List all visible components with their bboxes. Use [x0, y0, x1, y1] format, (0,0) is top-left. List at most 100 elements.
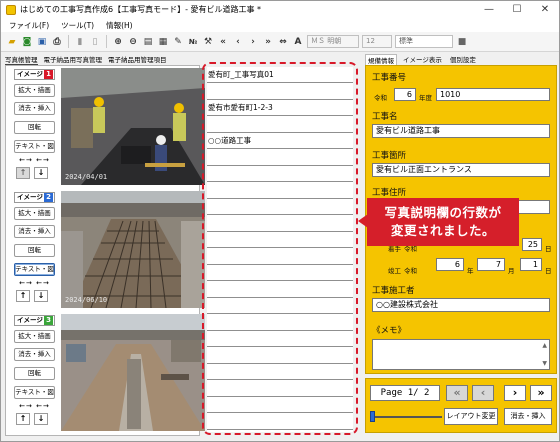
move-down-button[interactable]: ↓ — [34, 413, 48, 425]
zoom-draw-button[interactable]: 拡大・描画 — [14, 330, 55, 343]
new-icon[interactable]: ◙ — [21, 36, 33, 48]
font-name-select[interactable]: ＭＳ 明朝 — [307, 35, 359, 48]
photo-description-column[interactable]: 愛有町_工事写真01 愛有市愛有町1-2-3 ○○道路工事 — [207, 67, 353, 432]
minimize-button[interactable]: — — [475, 1, 503, 18]
print-icon[interactable]: ⎙ — [51, 36, 63, 48]
scroll-down-icon[interactable]: ▼ — [542, 360, 547, 367]
style-select[interactable]: 標準 — [395, 35, 453, 48]
preview-icon[interactable]: ▤ — [142, 36, 154, 48]
move-up-button[interactable]: ↑ — [16, 167, 30, 179]
open-folder-icon[interactable]: ▰ — [6, 36, 18, 48]
description-line[interactable] — [207, 397, 353, 413]
move-up-button[interactable]: ↑ — [16, 290, 30, 302]
photo-3[interactable] — [61, 314, 205, 431]
start-day-field[interactable]: 25 — [522, 238, 542, 251]
close-button[interactable]: ✕ — [531, 1, 559, 18]
zoom-slider-thumb[interactable] — [370, 411, 375, 422]
move-down-button[interactable]: ↓ — [34, 290, 48, 302]
erase-insert-page-button[interactable]: 消去・挿入 — [504, 408, 552, 425]
description-line[interactable] — [207, 249, 353, 265]
tab-project-info[interactable]: 規備情報 — [365, 54, 397, 65]
page-icon[interactable]: ▦ — [157, 36, 169, 48]
layout-change-button[interactable]: レイアウト変更 — [444, 408, 498, 425]
move-arrows[interactable]: ←→ ←→ — [14, 156, 55, 165]
fiscal-year-field[interactable]: 6 — [394, 88, 416, 101]
next-page-button[interactable]: › — [504, 385, 526, 401]
move-arrows[interactable]: ←→ ←→ — [14, 402, 55, 411]
end-month-field[interactable]: 7 — [477, 258, 505, 271]
end-day-field[interactable]: 1 — [520, 258, 542, 271]
contractor-field[interactable]: ○○建設株式会社 — [372, 298, 550, 312]
zoom-out-icon[interactable]: ⊖ — [127, 36, 139, 48]
tools-icon[interactable]: ⚒ — [202, 36, 214, 48]
menu-file[interactable]: ファイル(F) — [9, 20, 49, 31]
scroll-up-icon[interactable]: ▲ — [542, 342, 547, 349]
last-page-icon[interactable]: » — [262, 36, 274, 48]
description-line[interactable] — [207, 84, 353, 100]
menu-tools[interactable]: ツール(T) — [61, 20, 94, 31]
description-line[interactable] — [207, 381, 353, 397]
erase-insert-button[interactable]: 消去・挿入 — [14, 348, 55, 361]
erase-insert-button[interactable]: 消去・挿入 — [14, 225, 55, 238]
tab-management-items[interactable]: 電子納品用管理項目 — [108, 54, 167, 65]
tab-image-display[interactable]: イメージ表示 — [401, 54, 444, 65]
swap-icon[interactable]: ⇔ — [277, 36, 289, 48]
color-icon[interactable]: ■ — [456, 36, 468, 48]
next-page-icon[interactable]: › — [247, 36, 259, 48]
rotate-button[interactable]: 回転 — [14, 367, 55, 380]
description-line[interactable]: ○○道路工事 — [207, 133, 353, 149]
description-line[interactable] — [207, 166, 353, 182]
save-icon[interactable]: ▣ — [36, 36, 48, 48]
description-line[interactable] — [207, 265, 353, 281]
description-line[interactable] — [207, 315, 353, 331]
first-page-icon[interactable]: « — [217, 36, 229, 48]
photo-1[interactable]: 2024/04/01 — [61, 68, 205, 185]
copy-icon[interactable]: ▯ — [89, 36, 101, 48]
text-figure-button[interactable]: テキスト・図 — [14, 140, 55, 153]
project-place-field[interactable]: 愛有ビル正面エントランス — [372, 163, 550, 177]
last-page-button[interactable]: » — [530, 385, 552, 401]
description-line[interactable] — [207, 282, 353, 298]
prev-page-button[interactable]: ‹ — [472, 385, 494, 401]
move-down-button[interactable]: ↓ — [34, 167, 48, 179]
tab-photo-management[interactable]: 電子納品用写真管理 — [44, 54, 103, 65]
zoom-slider-track[interactable] — [370, 416, 442, 418]
text-icon[interactable]: A — [292, 36, 304, 48]
memo-field[interactable]: ▲ ▼ — [372, 339, 550, 370]
tab-photo-album[interactable]: 写真帳管理 — [5, 54, 38, 65]
description-line[interactable] — [207, 232, 353, 248]
font-size-select[interactable]: 12 — [362, 35, 392, 48]
menu-info[interactable]: 情報(H) — [106, 20, 133, 31]
description-line[interactable] — [207, 348, 353, 364]
description-line[interactable] — [207, 364, 353, 380]
first-page-button[interactable]: « — [446, 385, 468, 401]
description-line[interactable] — [207, 414, 353, 430]
description-line[interactable] — [207, 331, 353, 347]
description-line[interactable] — [207, 117, 353, 133]
description-line[interactable]: 愛有市愛有町1-2-3 — [207, 100, 353, 116]
erase-insert-button[interactable]: 消去・挿入 — [14, 102, 55, 115]
number-icon[interactable]: № — [187, 36, 199, 48]
move-up-button[interactable]: ↑ — [16, 413, 30, 425]
tab-individual-settings[interactable]: 個別設定 — [448, 54, 478, 65]
zoom-draw-button[interactable]: 拡大・描画 — [14, 84, 55, 97]
description-line[interactable] — [207, 216, 353, 232]
description-line[interactable] — [207, 150, 353, 166]
cut-icon[interactable]: ▮ — [74, 36, 86, 48]
description-line[interactable] — [207, 199, 353, 215]
description-line[interactable]: 愛有町_工事写真01 — [207, 67, 353, 83]
project-name-field[interactable]: 愛有ビル道路工事 — [372, 124, 550, 138]
rotate-button[interactable]: 回転 — [14, 244, 55, 257]
description-line[interactable] — [207, 183, 353, 199]
zoom-draw-button[interactable]: 拡大・描画 — [14, 207, 55, 220]
rotate-button[interactable]: 回転 — [14, 121, 55, 134]
zoom-in-icon[interactable]: ⊕ — [112, 36, 124, 48]
move-arrows[interactable]: ←→ ←→ — [14, 279, 55, 288]
project-number-field[interactable]: 1010 — [436, 88, 550, 101]
text-figure-button[interactable]: テキスト・図 — [14, 263, 55, 276]
text-figure-button[interactable]: テキスト・図 — [14, 386, 55, 399]
prev-page-icon[interactable]: ‹ — [232, 36, 244, 48]
maximize-button[interactable]: ☐ — [503, 1, 531, 18]
description-line[interactable] — [207, 298, 353, 314]
end-year-field[interactable]: 6 — [436, 258, 464, 271]
